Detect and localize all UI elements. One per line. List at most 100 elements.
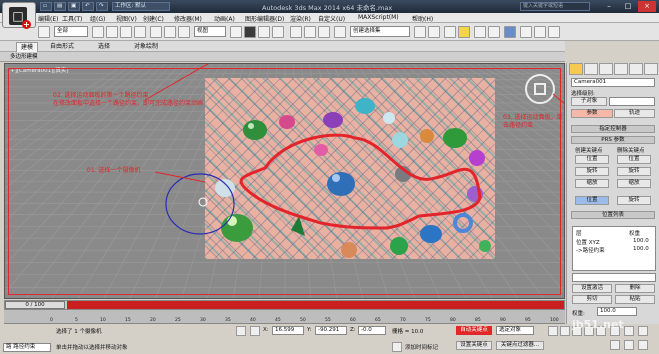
set-key-button[interactable]: 设置关键点	[456, 341, 492, 350]
window-crossing-icon[interactable]	[134, 26, 146, 38]
menu-item-maxscript[interactable]: MAXScript(M)	[358, 14, 399, 21]
material-editor-icon[interactable]	[504, 26, 516, 38]
prs-parameters-rollout[interactable]: PRS 参数	[571, 136, 655, 144]
render-setup-icon[interactable]	[520, 26, 532, 38]
y-coordinate-field[interactable]: -90.291	[315, 326, 347, 335]
set-active-button[interactable]: 设置激活	[572, 284, 612, 293]
go-to-start-icon[interactable]	[548, 326, 558, 336]
list-item[interactable]: 位置 XYZ	[576, 238, 600, 246]
move-icon[interactable]	[150, 26, 162, 38]
key-filters-button[interactable]: 关键点过滤器...	[496, 341, 544, 350]
add-time-tag[interactable]: 添加时间标记	[405, 343, 438, 351]
create-tab-icon[interactable]	[569, 63, 583, 75]
tab-modeling[interactable]: 建模	[16, 42, 39, 52]
mirror-icon[interactable]	[414, 26, 426, 38]
delete-button[interactable]: 删除	[615, 284, 655, 293]
display-tab-icon[interactable]	[629, 63, 643, 75]
new-file-icon[interactable]: ▫	[40, 2, 52, 11]
percent-snap-icon[interactable]	[304, 26, 316, 38]
minimize-icon[interactable]: –	[600, 1, 618, 12]
named-selection-dropdown[interactable]: 创建选择集	[350, 26, 410, 37]
selection-filter-dropdown[interactable]: 全部	[54, 26, 88, 37]
list-entry-field[interactable]	[572, 273, 656, 282]
polygon-modeling-strip[interactable]: 多边形建模	[0, 52, 565, 62]
select-by-name-icon[interactable]	[106, 26, 118, 38]
search-input[interactable]: 键入关键字或短语	[520, 2, 590, 11]
x-coordinate-field[interactable]: 16.599	[272, 326, 304, 335]
delete-scale-key-button[interactable]: 缩放	[617, 179, 651, 188]
assign-controller-rollout[interactable]: 指定控制器	[571, 125, 655, 133]
time-slider[interactable]: 0 / 100	[4, 300, 565, 310]
controller-list[interactable]: 层 权重 位置 XYZ 100.0 ->路径约束 100.0	[572, 226, 656, 271]
absolute-mode-icon[interactable]	[250, 326, 260, 336]
menu-item-graph-editors[interactable]: 图形编辑器(D)	[245, 14, 284, 23]
auto-key-button[interactable]: 自动关键点	[456, 326, 492, 335]
create-rotation-key-button[interactable]: 旋转	[575, 167, 609, 176]
menu-item-tools[interactable]: 工具(T)	[62, 14, 82, 23]
application-button[interactable]: □ +	[2, 2, 36, 29]
save-icon[interactable]: ▣	[68, 2, 80, 11]
key-mode-dropdown[interactable]: 选定对象	[496, 326, 534, 335]
menu-item-customize[interactable]: 自定义(U)	[318, 14, 345, 23]
rendered-frame-icon[interactable]	[534, 26, 546, 38]
maximize-viewport-icon[interactable]	[638, 340, 648, 350]
layer-manager-icon[interactable]	[444, 26, 456, 38]
keyboard-shortcut-icon[interactable]	[258, 26, 270, 38]
time-tag-icon[interactable]	[392, 342, 402, 352]
delete-position-key-button[interactable]: 位置	[617, 155, 651, 164]
cut-button[interactable]: 剪切	[572, 295, 612, 304]
z-coordinate-field[interactable]: -0.0	[358, 326, 386, 335]
tab-selection[interactable]: 选择	[94, 42, 114, 52]
menu-item-create[interactable]: 创建(C)	[143, 14, 164, 23]
undo-toolbar-icon[interactable]	[38, 26, 50, 38]
graphite-toolbar-icon[interactable]	[458, 26, 470, 38]
maximize-icon[interactable]: □	[619, 1, 637, 12]
position-mode-button[interactable]: 位置	[575, 196, 609, 205]
rect-selection-icon[interactable]	[120, 26, 132, 38]
dolly-icon[interactable]	[624, 340, 634, 350]
lock-selection-icon[interactable]	[236, 326, 246, 336]
rotate-icon[interactable]	[164, 26, 176, 38]
sublevel-button[interactable]: 子对象	[571, 97, 607, 106]
reference-coord-dropdown[interactable]: 视图	[194, 26, 226, 37]
pivot-icon[interactable]	[230, 26, 242, 38]
trajectories-button[interactable]: 轨迹	[614, 109, 655, 118]
tab-freeform[interactable]: 自由形式	[46, 42, 78, 52]
curve-editor-icon[interactable]	[474, 26, 486, 38]
utilities-tab-icon[interactable]	[644, 63, 658, 75]
open-file-icon[interactable]: ▤	[54, 2, 66, 11]
snap-icon[interactable]	[272, 26, 284, 38]
parameters-button[interactable]: 参数	[571, 109, 613, 118]
create-position-key-button[interactable]: 位置	[575, 155, 609, 164]
edit-named-sets-icon[interactable]	[334, 26, 346, 38]
spinner-snap-icon[interactable]	[318, 26, 330, 38]
paste-button[interactable]: 粘贴	[615, 295, 655, 304]
angle-snap-icon[interactable]	[290, 26, 302, 38]
weight-spinner[interactable]: 100.0	[597, 307, 637, 316]
tab-object-paint[interactable]: 对象绘制	[130, 42, 162, 52]
redo-icon[interactable]: ↷	[96, 2, 108, 11]
motion-tab-icon[interactable]	[614, 63, 628, 75]
render-production-icon[interactable]	[548, 26, 560, 38]
undo-icon[interactable]: ↶	[82, 2, 94, 11]
position-list-rollout[interactable]: 位置列表	[571, 211, 655, 219]
maxscript-listener[interactable]: 路 路径约束	[3, 343, 51, 352]
create-scale-key-button[interactable]: 缩放	[575, 179, 609, 188]
schematic-view-icon[interactable]	[488, 26, 500, 38]
menu-item-views[interactable]: 视图(V)	[116, 14, 137, 23]
close-icon[interactable]: ×	[638, 1, 656, 12]
object-name-field[interactable]: Camera001	[571, 78, 655, 87]
modify-tab-icon[interactable]	[584, 63, 598, 75]
fov-icon[interactable]	[610, 340, 620, 350]
menu-item-group[interactable]: 组(G)	[90, 14, 105, 23]
menu-item-rendering[interactable]: 渲染(R)	[290, 14, 311, 23]
orbit-icon[interactable]	[624, 326, 634, 336]
menu-item-edit[interactable]: 编辑(E)	[38, 14, 58, 23]
menu-item-animation[interactable]: 动画(A)	[214, 14, 235, 23]
rotation-mode-button[interactable]: 旋转	[617, 196, 651, 205]
time-slider-thumb[interactable]: 0 / 100	[5, 301, 65, 309]
track-bar[interactable]: 0 5 10 15 20 25 30 35 40 45 50 55 60 65 70 75 80 85 90 95 10…	[4, 310, 565, 324]
pan-icon[interactable]	[638, 326, 648, 336]
menu-item-help[interactable]: 帮助(H)	[412, 14, 433, 23]
sublevel-dropdown[interactable]	[609, 97, 655, 106]
